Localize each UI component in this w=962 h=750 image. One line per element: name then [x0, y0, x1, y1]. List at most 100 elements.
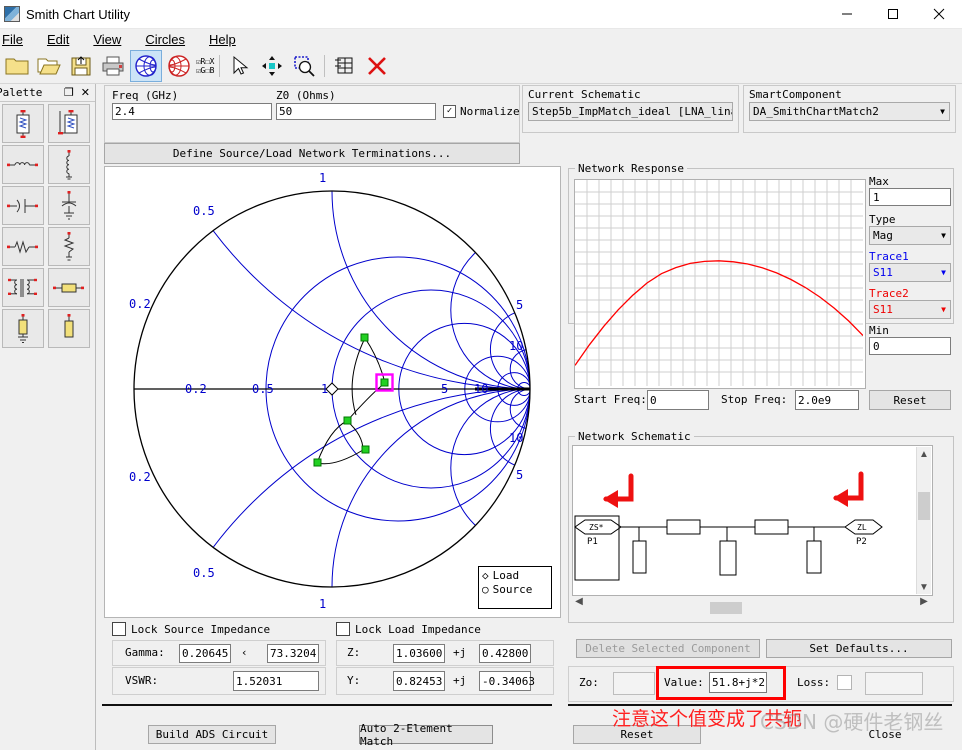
palette-float-button[interactable]: ❐ [64, 86, 74, 99]
y-imag-input[interactable]: -0.34063 [479, 671, 535, 691]
print-icon[interactable] [98, 51, 128, 81]
transformer-icon[interactable] [2, 268, 44, 307]
scroll-up-icon[interactable]: ▲ [917, 447, 931, 461]
scroll-left-icon[interactable]: ◀ [572, 596, 586, 607]
smith-chart-svg[interactable]: 1 1 0.5 0.5 0.2 0.2 5 5 10 10 0.2 0.5 1 … [105, 167, 560, 617]
palette-close-button[interactable]: ✕ [81, 86, 90, 99]
lock-source-label: Lock Source Impedance [131, 622, 271, 636]
admittance-smith-chart-icon[interactable] [164, 51, 194, 81]
z0-label: Z0 (Ohms) [276, 89, 336, 102]
app-icon [4, 6, 20, 22]
trace1-label: Trace1 [869, 250, 909, 263]
trace2-dropdown[interactable]: S11 ▼ [869, 300, 951, 319]
loss-checkbox[interactable] [837, 675, 852, 690]
gamma-angle-symbol: ‹ [241, 646, 248, 659]
gamma-magnitude-input[interactable]: 0.20645 [179, 644, 231, 663]
min-input[interactable]: 0 [869, 337, 951, 355]
schematic-vscrollbar[interactable]: ▲ ▼ [916, 447, 931, 594]
menu-file[interactable]: File [0, 31, 35, 48]
lock-load-impedance-row[interactable]: Lock Load Impedance [336, 622, 481, 636]
pan-move-icon[interactable] [257, 51, 287, 81]
watermark-text: CSDN @硬件老钢丝 [760, 710, 944, 734]
define-terminations-button[interactable]: Define Source/Load Network Terminations.… [104, 143, 520, 164]
type-dropdown[interactable]: Mag ▼ [869, 226, 951, 245]
z-plusj-label: +j [453, 646, 467, 659]
menu-edit[interactable]: Edit [35, 31, 81, 48]
series-inductor-icon[interactable] [2, 145, 44, 184]
min-label: Min [869, 324, 889, 337]
circle-toggle-group[interactable]: ☑R☐X ☑G☐B [196, 57, 214, 75]
impedance-smith-chart-icon[interactable] [130, 50, 162, 82]
set-defaults-button[interactable]: Set Defaults... [766, 639, 952, 658]
minimize-button[interactable] [824, 0, 870, 28]
schematic-hscroll-thumb[interactable] [710, 602, 742, 614]
menu-view[interactable]: View [81, 31, 133, 48]
series-resistor-inductor-box-icon[interactable] [2, 104, 44, 143]
z-imag-input[interactable]: 0.42800 [479, 644, 531, 663]
schematic-hscrollbar[interactable]: ◀ ▶ [572, 594, 931, 614]
gamma-angle-input[interactable]: 73.3204 [267, 644, 319, 663]
lock-source-checkbox[interactable] [112, 622, 126, 636]
shunt-resistor-icon[interactable] [48, 227, 90, 266]
port2-name: P2 [856, 537, 867, 547]
shunt-inductor-icon[interactable] [48, 145, 90, 184]
start-freq-input[interactable]: 0 [647, 390, 709, 410]
smith-chart-canvas[interactable]: 1 1 0.5 0.5 0.2 0.2 5 5 10 10 0.2 0.5 1 … [104, 166, 561, 618]
menu-edit-label: Edit [46, 31, 70, 47]
legend-load-label: Load [492, 569, 520, 582]
normalize-checkbox[interactable]: ✓ [443, 105, 456, 118]
z-real-input[interactable]: 1.03600 [393, 644, 445, 663]
schematic-canvas[interactable]: ZS* P1 ZL P2 ▲ ▼ [572, 445, 933, 596]
normalize-label: Normalize [460, 105, 520, 118]
shunt-resistor-inductor-box-icon[interactable] [48, 104, 90, 143]
menu-circles[interactable]: Circles [133, 31, 197, 48]
y-real-input[interactable]: 0.82453 [393, 671, 445, 691]
auto-2-element-match-button[interactable]: Auto 2-Element Match [359, 722, 493, 748]
start-freq-label: Start Freq: [574, 393, 647, 406]
open-file-icon[interactable] [34, 51, 64, 81]
loss-input[interactable] [865, 672, 923, 695]
smart-component-dropdown[interactable]: DA_SmithChartMatch2 ▼ [749, 102, 950, 121]
z0-input[interactable]: 50 [276, 103, 436, 120]
build-ads-circuit-button[interactable]: Build ADS Circuit [148, 725, 276, 744]
stop-freq-input[interactable]: 2.0e9 [795, 390, 859, 410]
trace1-dropdown[interactable]: S11 ▼ [869, 263, 951, 282]
lock-source-impedance-row[interactable]: Lock Source Impedance [112, 622, 270, 636]
vswr-input[interactable]: 1.52031 [233, 671, 319, 691]
menu-help[interactable]: Help [197, 31, 248, 48]
series-transmission-line-icon[interactable] [48, 268, 90, 307]
network-response-reset-button[interactable]: Reset [869, 390, 951, 410]
menu-help-label: Help [209, 31, 236, 47]
shunt-capacitor-ground-icon[interactable] [48, 186, 90, 225]
chevron-down-icon: ▼ [941, 231, 946, 240]
lock-load-checkbox[interactable] [336, 622, 350, 636]
value-field-highlight [656, 666, 786, 700]
current-schematic-dropdown[interactable]: Step5b_ImpMatch_ideal [LNA_lina ▼ [528, 102, 733, 121]
new-file-icon[interactable] [2, 51, 32, 81]
smith-label-right-lower: 5 [516, 468, 523, 482]
shorted-stub-icon[interactable] [2, 309, 44, 348]
open-stub-icon[interactable] [48, 309, 90, 348]
smith-label-bottom: 1 [319, 597, 326, 611]
current-schematic-group: Current Schematic Step5b_ImpMatch_ideal … [522, 85, 739, 133]
scroll-down-icon[interactable]: ▼ [917, 580, 931, 594]
select-arrow-icon[interactable] [225, 51, 255, 81]
schematic-vscroll-thumb[interactable] [918, 492, 930, 520]
series-open-stub-icon[interactable] [2, 186, 44, 225]
delete-x-icon[interactable] [362, 51, 392, 81]
zoom-area-icon[interactable] [289, 51, 319, 81]
network-response-plot[interactable] [574, 179, 866, 389]
gamma-label: Gamma: [125, 646, 165, 659]
close-button[interactable] [916, 0, 962, 28]
series-resistor-icon[interactable] [2, 227, 44, 266]
maximize-button[interactable] [870, 0, 916, 28]
table-icon[interactable] [330, 51, 360, 81]
schematic-svg: ZS* P1 ZL P2 [574, 471, 883, 581]
max-input[interactable]: 1 [869, 188, 951, 206]
save-file-icon[interactable] [66, 51, 96, 81]
delete-selected-component-button[interactable]: Delete Selected Component [576, 639, 760, 658]
smith-label-left-lower: 0.2 [129, 470, 151, 484]
scroll-right-icon[interactable]: ▶ [917, 596, 931, 607]
zo-input[interactable] [613, 672, 655, 695]
freq-input[interactable]: 2.4 [112, 103, 272, 120]
